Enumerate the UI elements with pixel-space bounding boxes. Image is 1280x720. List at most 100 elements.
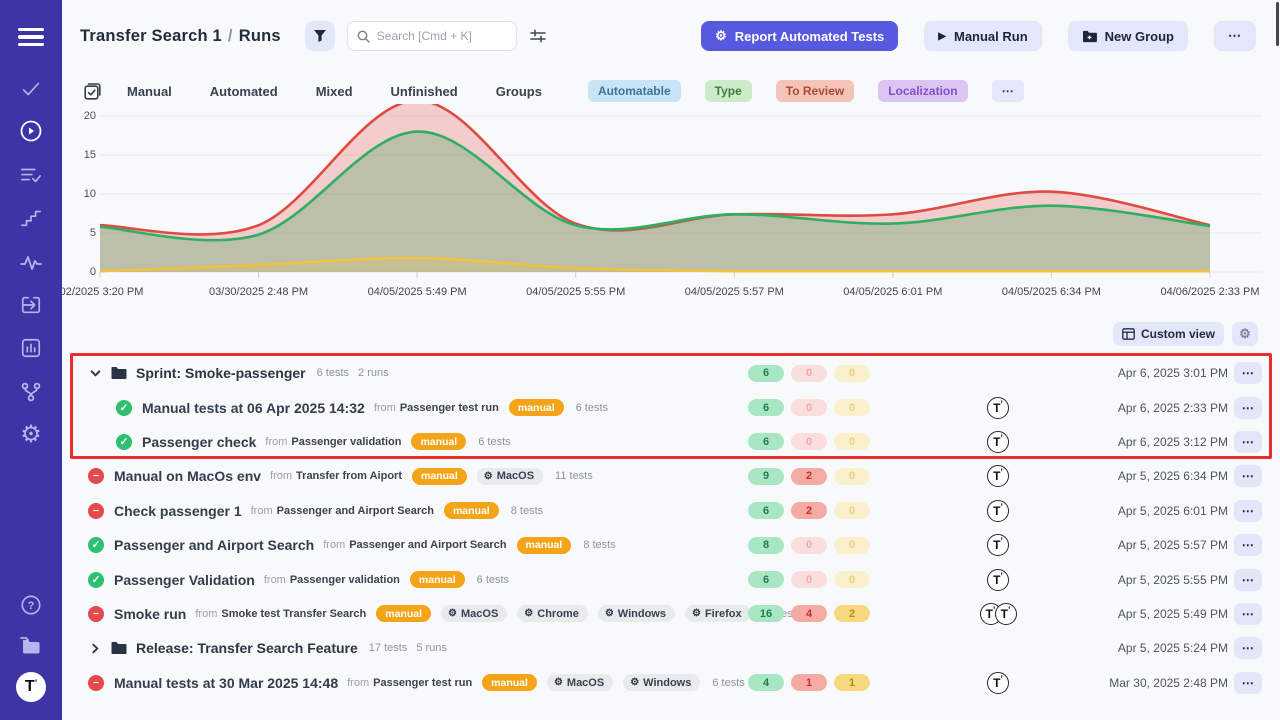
select-all-icon[interactable]	[84, 83, 101, 100]
row-more-button[interactable]: ⋯	[1234, 500, 1262, 522]
environment-tag-windows: ⚙Windows	[623, 674, 700, 691]
run-row[interactable]: −Smoke runfromSmoke test Transfer Search…	[62, 597, 1280, 631]
tests-count: 6 tests	[576, 402, 608, 414]
group-row[interactable]: Sprint: Smoke-passenger6 tests2 runs600A…	[62, 356, 1280, 390]
sidebar-item-analytics[interactable]	[0, 331, 62, 365]
analytics-icon	[20, 337, 42, 359]
status-passed-icon: ✓	[88, 537, 104, 553]
row-more-button[interactable]: ⋯	[1234, 431, 1262, 453]
sidebar-item-hamburger-menu[interactable]	[0, 20, 62, 54]
environment-tag-macos: ⚙MacOS	[441, 605, 507, 622]
avatar[interactable]: T’	[987, 672, 1009, 694]
row-more-button[interactable]: ⋯	[1234, 672, 1262, 694]
environment-tag-macos: ⚙MacOS	[547, 674, 613, 691]
avatar[interactable]: T’	[995, 603, 1017, 625]
run-name[interactable]: Manual on MacOs env	[114, 468, 261, 484]
run-name[interactable]: Manual tests at 30 Mar 2025 14:48	[114, 675, 338, 691]
scrollbar-thumb[interactable]	[1276, 2, 1279, 46]
new-group-button[interactable]: New Group	[1068, 21, 1188, 51]
sidebar-item-milestones[interactable]	[0, 201, 62, 235]
row-more-button[interactable]: ⋯	[1234, 534, 1262, 556]
filter-button[interactable]	[305, 21, 335, 51]
breadcrumb-page: Runs	[239, 27, 281, 45]
filter-tag-to-review[interactable]: To Review	[776, 80, 854, 102]
run-row[interactable]: −Manual tests at 30 Mar 2025 14:48fromPa…	[62, 666, 1280, 700]
sidebar-item-imports[interactable]	[0, 288, 62, 322]
help-icon: ?	[20, 594, 42, 616]
group-name[interactable]: Release: Transfer Search Feature	[136, 640, 358, 656]
row-more-button[interactable]: ⋯	[1234, 603, 1262, 625]
custom-view-button[interactable]: Custom view	[1113, 322, 1224, 346]
run-name[interactable]: Smoke run	[114, 606, 186, 622]
sidebar-item-activity[interactable]	[0, 245, 62, 279]
x-axis-label: 04/06/2025 2:33 PM	[1160, 286, 1259, 298]
sidebar-item-settings[interactable]: ⚙	[0, 418, 62, 452]
run-name[interactable]: Check passenger 1	[114, 503, 242, 519]
tab-manual[interactable]: Manual	[127, 84, 172, 99]
sidebar-item-docs[interactable]	[0, 628, 62, 662]
chevron-down-icon[interactable]	[88, 368, 102, 379]
run-row[interactable]: ✓Passenger and Airport SearchfromPasseng…	[62, 528, 1280, 562]
result-counts: 1642	[748, 605, 870, 622]
sidebar-item-runs[interactable]	[0, 114, 62, 148]
run-source-name: Passenger test run	[373, 677, 472, 689]
tune-sliders-icon[interactable]	[530, 29, 546, 43]
run-row[interactable]: ✓Passenger ValidationfromPassenger valid…	[62, 562, 1280, 596]
sidebar-item-help[interactable]: ?	[0, 588, 62, 622]
result-counts: 600	[748, 433, 870, 450]
tab-automated[interactable]: Automated	[210, 84, 278, 99]
group-name[interactable]: Sprint: Smoke-passenger	[136, 365, 306, 381]
row-more-button[interactable]: ⋯	[1234, 397, 1262, 419]
result-counts: 600	[748, 365, 870, 382]
avatar[interactable]: T’	[987, 465, 1009, 487]
filter-tag-type[interactable]: Type	[705, 80, 752, 102]
run-row[interactable]: −Check passenger 1fromPassenger and Airp…	[62, 494, 1280, 528]
avatar[interactable]: T’	[987, 500, 1009, 522]
run-row[interactable]: ✓Passenger checkfromPassenger validation…	[62, 425, 1280, 459]
run-name[interactable]: Passenger and Airport Search	[114, 537, 314, 553]
app-logo[interactable]: T’	[16, 672, 46, 702]
tab-unfinished[interactable]: Unfinished	[391, 84, 458, 99]
passed-count: 4	[748, 674, 784, 691]
run-name[interactable]: Passenger check	[142, 434, 256, 450]
manual-run-button[interactable]: ▶ Manual Run	[924, 21, 1041, 51]
avatar[interactable]: T’	[987, 397, 1009, 419]
chart-canvas	[62, 104, 1280, 304]
row-more-button[interactable]: ⋯	[1234, 637, 1262, 659]
breadcrumb-project[interactable]: Transfer Search 1	[80, 27, 222, 45]
run-source: fromPassenger validation	[264, 574, 400, 586]
filter-tag--[interactable]: ⋯	[992, 80, 1024, 102]
funnel-icon	[313, 29, 327, 43]
report-automated-tests-button[interactable]: ⚙ Report Automated Tests	[701, 21, 898, 51]
row-more-button[interactable]: ⋯	[1234, 569, 1262, 591]
sidebar-item-test-plans[interactable]	[0, 158, 62, 192]
tab-groups[interactable]: Groups	[496, 84, 542, 99]
run-name[interactable]: Passenger Validation	[114, 572, 255, 588]
sidebar-item-logo[interactable]: T’	[0, 670, 62, 704]
sidebar-item-branches[interactable]	[0, 375, 62, 409]
avatar[interactable]: T’	[987, 534, 1009, 556]
run-row[interactable]: ✓Manual tests at 06 Apr 2025 14:32fromPa…	[62, 390, 1280, 424]
row-more-button[interactable]: ⋯	[1234, 465, 1262, 487]
tab-mixed[interactable]: Mixed	[316, 84, 353, 99]
run-name[interactable]: Manual tests at 06 Apr 2025 14:32	[142, 400, 365, 416]
avatar[interactable]: T’	[987, 569, 1009, 591]
manual-tag: manual	[517, 537, 572, 554]
more-actions-button[interactable]: ⋯	[1214, 21, 1256, 51]
x-axis-label: 03/30/2025 2:48 PM	[209, 286, 308, 298]
view-settings-button[interactable]: ⚙	[1232, 322, 1258, 346]
group-row[interactable]: Release: Transfer Search Feature17 tests…	[62, 631, 1280, 665]
chevron-right-icon[interactable]	[88, 643, 102, 654]
run-row[interactable]: −Manual on MacOs envfromTransfer from Ai…	[62, 459, 1280, 493]
filter-tag-automatable[interactable]: Automatable	[588, 80, 681, 102]
search-input[interactable]	[377, 29, 507, 43]
run-source-name: Transfer from Aiport	[296, 470, 402, 482]
runs-table: Sprint: Smoke-passenger6 tests2 runs600A…	[62, 356, 1280, 700]
avatar[interactable]: T’	[987, 431, 1009, 453]
gear-icon: ⚙	[554, 677, 563, 688]
run-source: fromSmoke test Transfer Search	[195, 608, 366, 620]
search-box[interactable]	[347, 21, 517, 51]
sidebar-item-checks[interactable]	[0, 72, 62, 106]
row-more-button[interactable]: ⋯	[1234, 362, 1262, 384]
filter-tag-localization[interactable]: Localization	[878, 80, 967, 102]
